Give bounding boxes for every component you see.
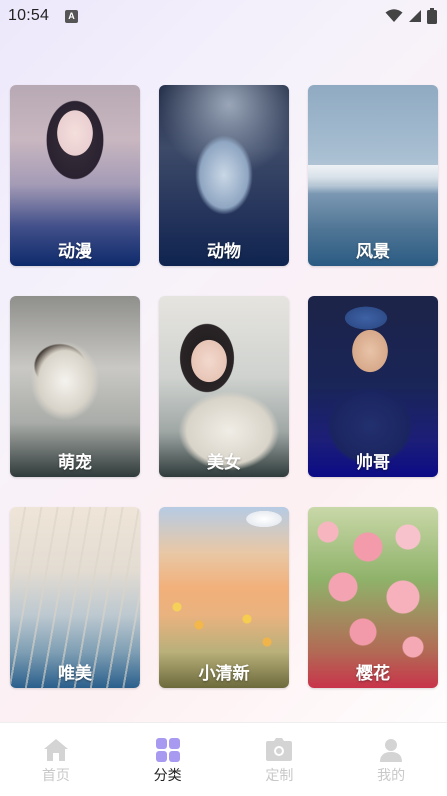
status-time: 10:54	[8, 7, 50, 24]
bottom-tab-bar: 首页 分类 定制 我的	[0, 723, 447, 796]
camera-icon	[266, 737, 293, 763]
category-label: 唯美	[58, 664, 92, 684]
category-card-pet[interactable]: 萌宠	[10, 296, 140, 477]
notification-icon: A	[65, 9, 79, 23]
home-icon	[43, 737, 69, 763]
status-indicators	[385, 8, 437, 24]
tab-label-mine: 我的	[377, 768, 406, 784]
tab-label-category: 分类	[153, 768, 182, 784]
category-card-handsome[interactable]: 帅哥	[308, 296, 438, 477]
signal-icon	[408, 9, 422, 23]
tab-mine[interactable]: 我的	[335, 723, 447, 796]
category-card-scenery[interactable]: 风景	[308, 85, 438, 266]
category-grid: 动漫 动物 风景 萌宠 美女 帅哥 唯美 小清新 樱花	[10, 85, 438, 688]
category-card-animal[interactable]: 动物	[159, 85, 289, 266]
category-label: 萌宠	[58, 453, 92, 473]
tab-label-customize: 定制	[265, 768, 294, 784]
tab-label-home: 首页	[41, 768, 70, 784]
wifi-icon	[385, 9, 403, 23]
tab-home[interactable]: 首页	[0, 723, 112, 796]
category-label: 小清新	[198, 664, 250, 684]
category-label: 美女	[207, 453, 241, 473]
tab-customize[interactable]: 定制	[224, 723, 336, 796]
category-label: 动物	[207, 242, 241, 262]
category-label: 动漫	[58, 242, 92, 262]
category-label: 樱花	[356, 664, 390, 684]
battery-icon	[427, 8, 437, 24]
category-card-beauty[interactable]: 美女	[159, 296, 289, 477]
category-card-sakura[interactable]: 樱花	[308, 507, 438, 688]
category-grid-icon	[155, 737, 181, 763]
category-card-fresh[interactable]: 小清新	[159, 507, 289, 688]
status-bar: 10:54 A	[0, 0, 447, 32]
profile-icon	[378, 737, 404, 763]
category-label: 风景	[356, 242, 390, 262]
tab-category[interactable]: 分类	[112, 723, 224, 796]
category-card-aesthetic[interactable]: 唯美	[10, 507, 140, 688]
category-card-anime[interactable]: 动漫	[10, 85, 140, 266]
category-label: 帅哥	[356, 453, 390, 473]
